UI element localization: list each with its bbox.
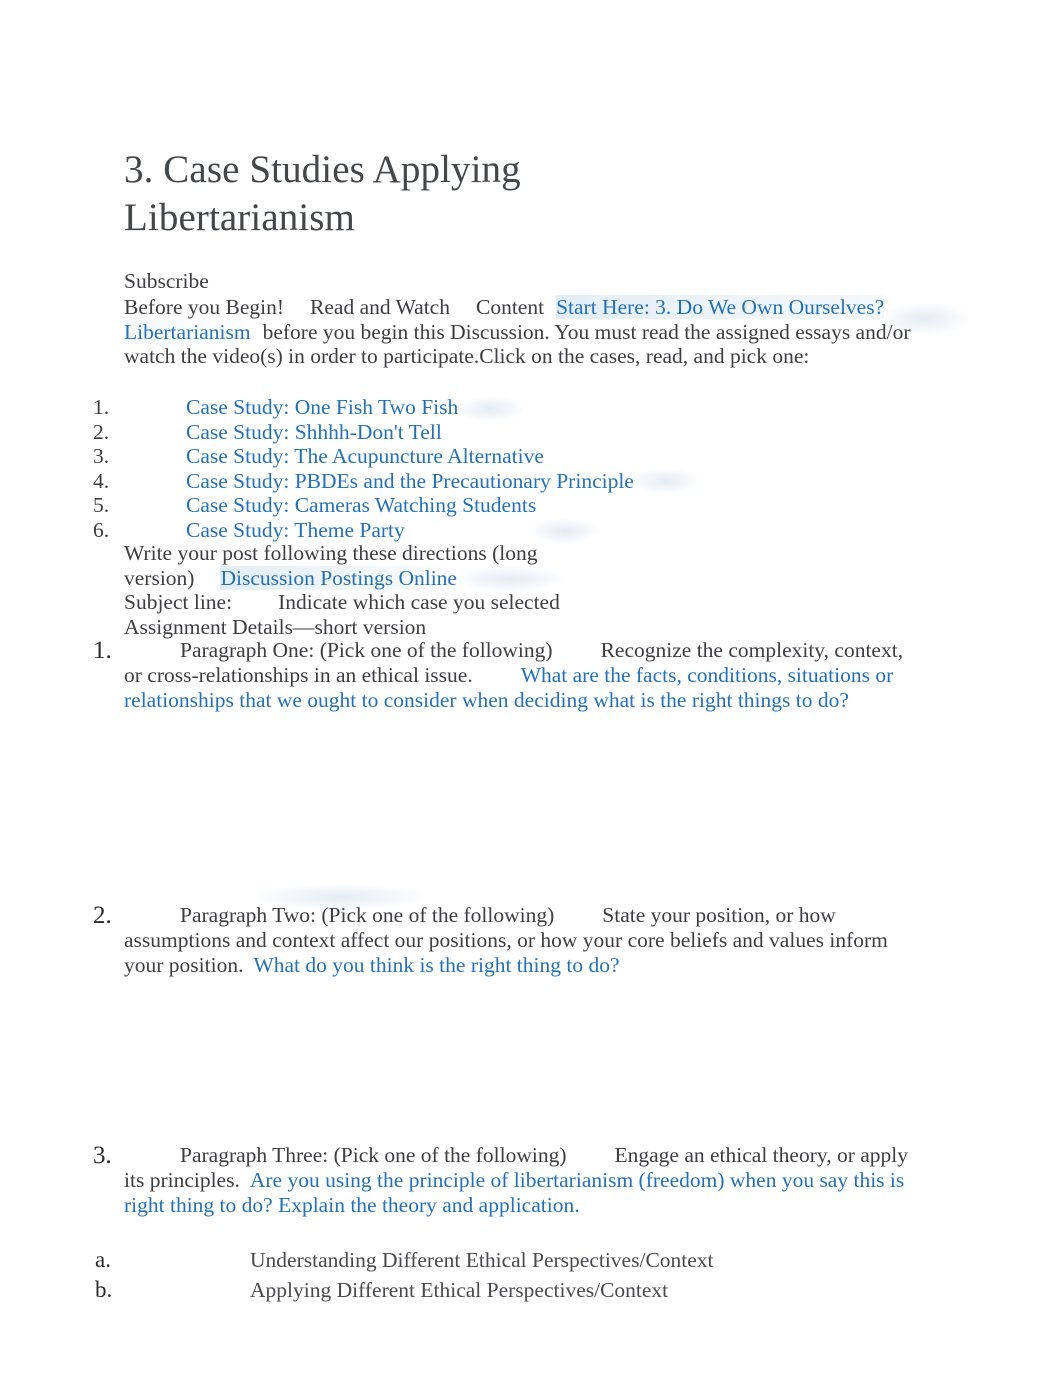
discussion-postings-online-link[interactable]: Discussion Postings Online	[220, 565, 457, 590]
directions-line-1: Write your post following these directio…	[124, 541, 538, 565]
paragraph-text: Paragraph Two: (Pick one of the followin…	[124, 903, 914, 978]
directions-line-3: Subject line: Indicate which case you sel…	[124, 590, 824, 615]
list-marker: 3.	[93, 1142, 112, 1169]
list-marker: 4.	[93, 468, 110, 493]
case-study-list: 1. Case Study: One Fish Two Fish 2. Case…	[0, 395, 900, 542]
directions-line-2: version) Discussion Postings Online	[124, 565, 824, 591]
list-item: a. Understanding Different Ethical Persp…	[0, 1245, 900, 1275]
list-marker: 5.	[93, 493, 110, 517]
paragraph-three-prompt: Are you using the principle of libertari…	[124, 1168, 905, 1217]
intro-paragraph: Before you Begin! Read and Watch Content St…	[124, 295, 914, 369]
subject-line-label: Subject line:	[124, 590, 233, 614]
list-marker: 2.	[93, 419, 110, 444]
page-title: 3. Case Studies Applying Libertarianism	[124, 148, 521, 240]
list-marker: 3.	[93, 444, 110, 468]
list-marker: 2.	[93, 902, 112, 929]
directions-version-label: version)	[124, 565, 195, 590]
intro-segment-before-you-begin: Before you Begin!	[124, 295, 285, 319]
list-item: 3. Case Study: The Acupuncture Alternati…	[0, 444, 900, 469]
directions-line-4: Assignment Details—short version	[124, 614, 427, 639]
paragraph-two-lead: Paragraph Two: (Pick one of the followin…	[180, 903, 555, 927]
understanding-perspectives-label: Understanding Different Ethical Perspect…	[250, 1248, 714, 1272]
intro-segment-content: Content	[475, 295, 545, 319]
list-item: 6. Case Study: Theme Party	[0, 518, 900, 543]
directions-block: Write your post following these directio…	[124, 541, 824, 639]
applying-perspectives-label: Applying Different Ethical Perspectives/…	[250, 1278, 669, 1302]
list-item: 4. Case Study: PBDEs and the Precautiona…	[0, 469, 900, 494]
case-study-link-cameras-watching-students[interactable]: Case Study: Cameras Watching Students	[186, 493, 536, 518]
intro-segment-read-and-watch: Read and Watch	[310, 295, 450, 319]
ethical-perspectives-list: a. Understanding Different Ethical Persp…	[0, 1245, 900, 1305]
paragraph-two-prompt: What do you think is the right thing to …	[253, 953, 620, 977]
list-item: 1. Case Study: One Fish Two Fish	[0, 395, 900, 420]
case-study-link-shhhh-dont-tell[interactable]: Case Study: Shhhh-Don't Tell	[186, 420, 442, 445]
intro-block: Subscribe Before you Begin! Read and Watc…	[124, 268, 924, 369]
list-item: 2. Case Study: Shhhh-Don't Tell	[0, 420, 900, 445]
paragraph-one-lead: Paragraph One: (Pick one of the followin…	[180, 638, 553, 662]
paragraph-text: Paragraph Three: (Pick one of the follow…	[124, 1143, 914, 1218]
case-study-link-pbdes-precautionary-principle[interactable]: Case Study: PBDEs and the Precautionary …	[186, 469, 634, 494]
list-marker: b.	[95, 1277, 113, 1302]
list-marker: 6.	[93, 517, 110, 542]
case-study-link-acupuncture-alternative[interactable]: Case Study: The Acupuncture Alternative	[186, 444, 544, 469]
paragraph-text: Paragraph One: (Pick one of the followin…	[124, 638, 914, 713]
document-page: 3. Case Studies Applying Libertarianism …	[0, 0, 1062, 1377]
case-study-link-one-fish-two-fish[interactable]: Case Study: One Fish Two Fish	[186, 395, 458, 420]
list-marker: a.	[95, 1247, 111, 1272]
case-study-link-theme-party[interactable]: Case Study: Theme Party	[186, 518, 405, 543]
list-item: 5. Case Study: Cameras Watching Students	[0, 493, 900, 518]
subscribe-heading: Subscribe	[124, 269, 209, 293]
subject-line-value: Indicate which case you selected	[278, 590, 560, 614]
list-marker: 1.	[93, 637, 112, 664]
list-marker: 1.	[93, 395, 110, 419]
list-item: b. Applying Different Ethical Perspectiv…	[0, 1275, 900, 1305]
paragraph-three-lead: Paragraph Three: (Pick one of the follow…	[180, 1143, 567, 1167]
